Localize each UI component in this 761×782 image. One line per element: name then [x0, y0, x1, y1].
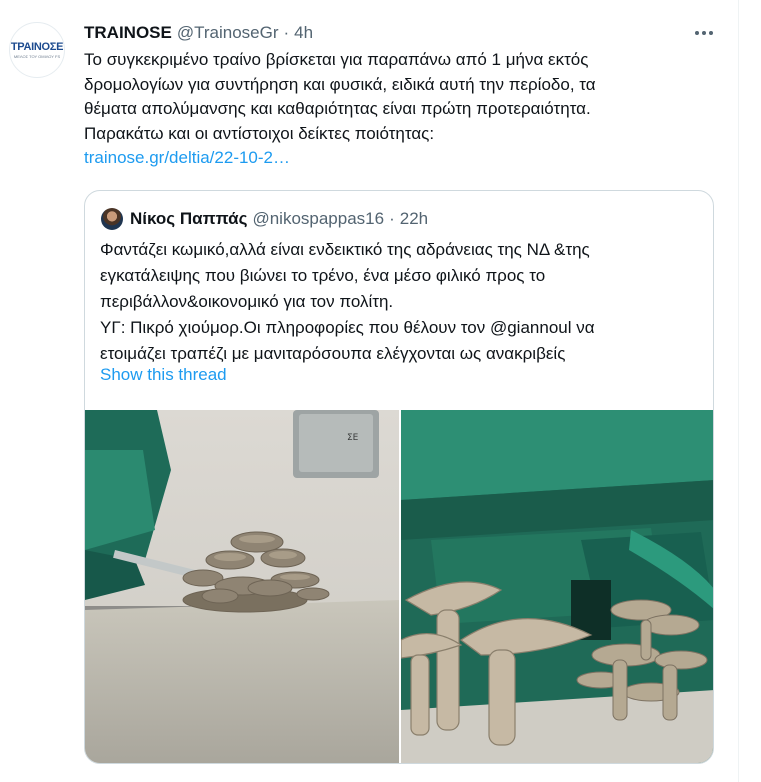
tweet-text-line: Το συγκεκριμένο τραίνο βρίσκεται για παρ… [84, 50, 589, 69]
quoted-tweet[interactable]: Νίκος Παππάς @nikospappas16 · 22h Φαντάζ… [84, 190, 714, 764]
quoted-text-line: ΥΓ: Πικρό χιούμορ.Οι πληροφορίες που θέλ… [100, 318, 595, 337]
avatar-logo: TPAINOΣE [10, 40, 64, 53]
quoted-author-handle[interactable]: @nikospappas16 [252, 209, 384, 229]
quoted-timestamp[interactable]: 22h [400, 209, 428, 229]
tweet-text-line: Παρακάτω και οι αντίστοιχοι δείκτες ποιό… [84, 123, 435, 143]
quoted-text: Φαντάζει κωμικό,αλλά είναι ενδεικτικό τη… [100, 237, 705, 367]
header-separator: · [283, 23, 290, 42]
timeline-divider [738, 0, 739, 782]
quoted-header: Νίκος Παππάς @nikospappas16 · 22h [130, 207, 428, 231]
more-horizontal-icon[interactable] [693, 22, 715, 44]
avatar-logo-subtext: ΜΕΛΟΣ ΤΟΥ ΟΜΙΛΟΥ FS [13, 53, 61, 59]
media-sign-text: ΣΕ [347, 433, 359, 443]
media-photo-1[interactable]: ΣΕ [85, 410, 399, 763]
quoted-author-name[interactable]: Νίκος Παππάς [130, 209, 247, 229]
quoted-text-line: Φαντάζει κωμικό,αλλά είναι ενδεικτικό τη… [100, 240, 590, 259]
show-thread-link[interactable]: Show this thread [100, 365, 227, 385]
tweet-timestamp[interactable]: 4h [294, 23, 313, 43]
quoted-text-line: ετοιμάζει τραπέζι με μανιταρόσουπα ελέγχ… [100, 344, 566, 363]
tweet-header: TRAINOSE @TrainoseGr · 4h [84, 22, 313, 44]
tweet-text: Το συγκεκριμένο τραίνο βρίσκεται για παρ… [84, 48, 724, 171]
tweet-text-line: θέματα απολύμανσης και καθαριότητας είνα… [84, 99, 591, 118]
tweet-link[interactable]: trainose.gr/deltia/22-10-2… [84, 148, 290, 167]
quoted-text-line: περιβάλλον&οικονομικό για τον πολίτη. [100, 292, 394, 311]
quoted-header-separator: · [389, 209, 395, 228]
media-photo-2[interactable] [401, 410, 713, 763]
quoted-text-line: εγκατάλειψης που βιώνει το τρένο, ένα μέ… [100, 266, 546, 285]
author-name[interactable]: TRAINOSE [84, 23, 172, 43]
tweet[interactable]: TPAINOΣE ΜΕΛΟΣ ΤΟΥ ΟΜΙΛΟΥ FS TRAINOSE @T… [0, 0, 738, 782]
tweet-text-line: δρομολογίων για συντήρηση και φυσικά, ει… [84, 74, 596, 94]
avatar[interactable]: TPAINOΣE ΜΕΛΟΣ ΤΟΥ ΟΜΙΛΟΥ FS [9, 22, 65, 78]
author-handle[interactable]: @TrainoseGr [177, 23, 279, 43]
quoted-avatar[interactable] [101, 208, 123, 230]
